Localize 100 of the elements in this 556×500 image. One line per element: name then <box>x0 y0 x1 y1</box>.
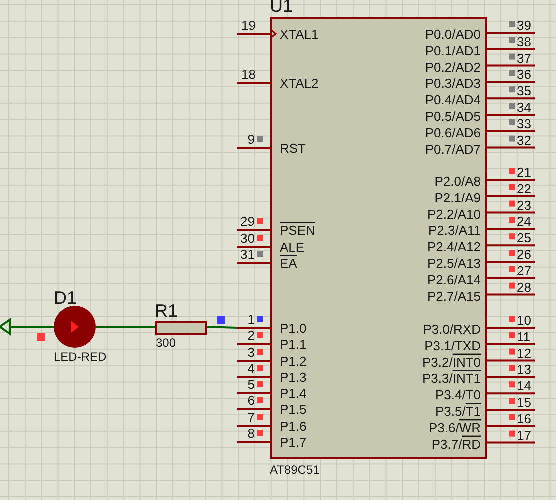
pin-number: 25 <box>517 230 532 246</box>
pin-label: P3.4/T0 <box>435 388 481 403</box>
pin-number: 32 <box>517 132 532 148</box>
resistor-value: 300 <box>156 336 176 350</box>
chip-body[interactable] <box>270 17 487 459</box>
pin-line <box>486 228 535 230</box>
pin-line <box>486 114 535 116</box>
pin-label: P0.1/AD1 <box>425 43 481 58</box>
pin-line <box>486 212 535 214</box>
pin-number: 1 <box>248 312 255 327</box>
pin-label: P2.6/A14 <box>428 272 481 288</box>
pin-number: 2 <box>248 328 255 343</box>
pin-label: P2.3/A11 <box>428 223 481 238</box>
pin-label: P3.6/WR <box>428 420 481 436</box>
pin-label: P1.4 <box>280 386 307 401</box>
pin-number: 23 <box>517 198 532 213</box>
pin-number: 36 <box>517 67 532 82</box>
wire <box>96 326 155 328</box>
pin-line <box>237 408 271 410</box>
pin-number: 24 <box>517 214 532 230</box>
pin-label: EA <box>280 256 298 271</box>
pin-line <box>237 229 271 231</box>
pin-line <box>486 244 535 247</box>
resistor-reference: R1 <box>155 301 178 321</box>
pin-number: 33 <box>517 116 532 132</box>
pin-line <box>486 360 535 362</box>
pin-number: 5 <box>248 377 255 392</box>
pin-line <box>237 327 271 329</box>
pin-label: XTAL1 <box>280 27 319 42</box>
pin-label: P2.0/A8 <box>434 174 481 189</box>
pin-line <box>237 82 271 84</box>
resistor-drawing[interactable] <box>155 321 207 335</box>
wire <box>10 326 54 328</box>
pin-number: 39 <box>517 18 532 33</box>
pin-line <box>237 360 271 362</box>
led-drawing[interactable] <box>54 306 96 348</box>
pin-number: 10 <box>517 313 532 328</box>
pin-label: P0.6/AD6 <box>425 125 481 140</box>
pin-number: 17 <box>517 428 532 443</box>
pin-label: P3.5/T1 <box>435 404 481 419</box>
pin-line <box>237 392 271 394</box>
pin-line <box>486 376 535 378</box>
pin-line <box>486 261 535 263</box>
pin-number: 35 <box>517 84 532 99</box>
pin-label: PSEN <box>280 223 316 238</box>
pin-label: P1.3 <box>280 370 307 385</box>
pin-label: P1.0 <box>280 321 307 336</box>
pin-label: XTAL2 <box>280 76 319 91</box>
pin-line <box>486 425 535 428</box>
pin-line <box>237 147 271 149</box>
pin-number: 6 <box>248 393 255 408</box>
led-reference: D1 <box>54 288 78 308</box>
pin-line <box>486 442 535 444</box>
pin-number: 13 <box>517 362 532 378</box>
pin-line <box>486 277 535 280</box>
pin-line <box>237 262 271 264</box>
pin-label: P1.6 <box>280 419 307 434</box>
led-value: LED-RED <box>54 350 107 364</box>
pin-label: ALE <box>280 240 305 255</box>
pin-label: P2.4/A12 <box>428 240 481 255</box>
pin-number: 29 <box>240 214 255 229</box>
pin-line <box>486 294 535 296</box>
pin-line <box>486 81 535 84</box>
pin-label: P2.5/A13 <box>428 256 481 271</box>
pin-line <box>237 425 271 427</box>
pin-label: P3.7/RD <box>432 436 481 452</box>
pin-number: 28 <box>517 280 532 295</box>
pin-number: 38 <box>517 34 532 50</box>
pin-line <box>486 327 535 329</box>
pin-label: P0.3/AD3 <box>425 76 481 92</box>
pin-number: 26 <box>517 247 532 262</box>
pin-label: P1.5 <box>280 402 307 417</box>
pin-label: P2.2/A10 <box>428 206 481 222</box>
pin-line <box>486 32 535 34</box>
pin-line <box>237 246 271 248</box>
part-name: AT89C51 <box>270 463 320 477</box>
pin-line <box>237 343 271 345</box>
pin-number: 11 <box>517 329 530 344</box>
pin-label: P3.3/INT1 <box>422 371 481 386</box>
pin-number: 8 <box>248 426 255 441</box>
pin-label: P0.5/AD5 <box>425 109 481 124</box>
pin-label: P1.1 <box>280 337 307 352</box>
wire <box>206 326 238 329</box>
pin-number: 21 <box>517 165 532 180</box>
pin-label: P2.1/A9 <box>434 190 481 206</box>
pin-label: P0.0/AD0 <box>425 27 481 42</box>
pin-number: 7 <box>248 410 255 425</box>
pin-number: 9 <box>248 132 255 147</box>
pin-line <box>486 343 535 346</box>
pin-label: P1.2 <box>280 354 307 369</box>
pin-number: 34 <box>517 100 532 115</box>
pin-number: 19 <box>242 18 256 33</box>
pin-number: 27 <box>517 263 532 278</box>
pin-line <box>486 130 535 132</box>
pin-line <box>486 392 535 395</box>
pin-line <box>486 146 535 149</box>
pin-line <box>237 376 271 378</box>
pin-label: P1.7 <box>280 435 307 450</box>
pin-number: 31 <box>240 247 255 262</box>
pin-label: P0.4/AD4 <box>425 92 481 108</box>
